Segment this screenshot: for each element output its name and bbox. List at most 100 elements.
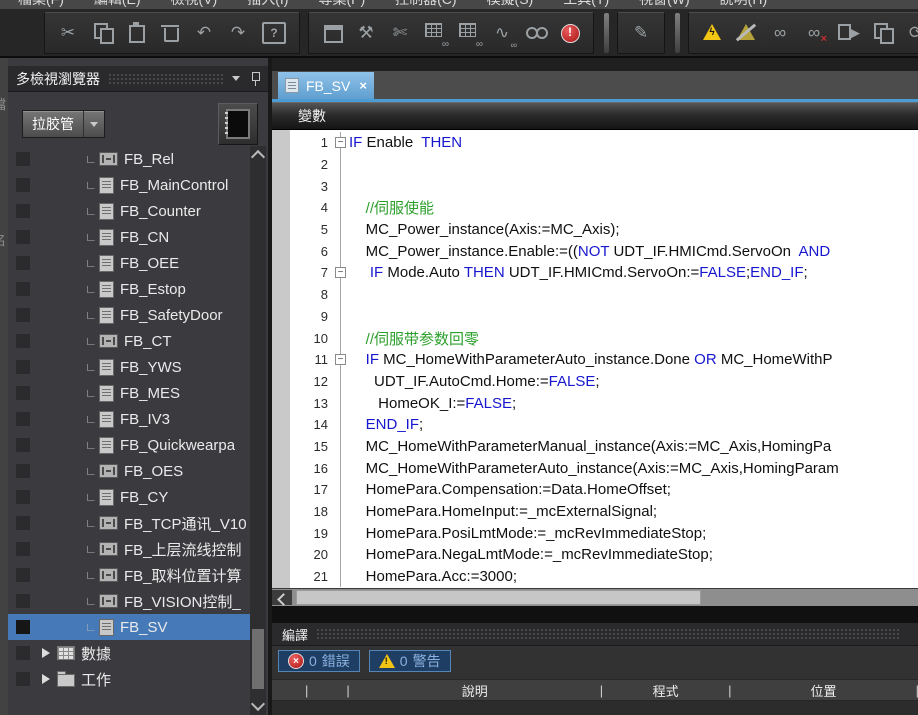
rebuild-icon[interactable]: ✄	[385, 18, 415, 48]
tab-fb-sv[interactable]: FB_SV	[278, 72, 374, 99]
tree-item[interactable]: FB_CY	[8, 484, 250, 510]
code-line[interactable]: 19 HomePara.PosiLmtMode:=_mcRevImmediate…	[290, 522, 918, 544]
code-line[interactable]: 2	[290, 154, 918, 176]
tree-item[interactable]: FB_MES	[8, 380, 250, 406]
menu-item[interactable]: 模擬(S)	[487, 0, 534, 9]
scroll-down-icon[interactable]	[251, 697, 265, 711]
tree-scrollbar[interactable]	[250, 146, 266, 715]
scroll-left-button[interactable]	[272, 590, 292, 605]
tree-item[interactable]: FB_SV	[8, 614, 250, 640]
code-line[interactable]: 7 IF Mode.Auto THEN UDT_IF.HMICmd.ServoO…	[290, 262, 918, 284]
menu-item[interactable]: 插入(I)	[247, 0, 288, 9]
close-icon[interactable]	[359, 79, 367, 92]
paste-icon[interactable]	[121, 18, 151, 48]
tree-group[interactable]: 數據	[8, 640, 250, 666]
force-values-icon[interactable]	[697, 18, 727, 48]
code-line[interactable]: 3	[290, 175, 918, 197]
tree-item[interactable]: FB_上层流线控制	[8, 536, 250, 562]
scrollbar-thumb[interactable]	[296, 590, 701, 605]
tree-item[interactable]: FB_Counter	[8, 198, 250, 224]
code-line[interactable]: 15 MC_HomeWithParameterManual_instance(A…	[290, 436, 918, 458]
run-program-icon[interactable]	[833, 18, 863, 48]
tree-item[interactable]: FB_TCP通讯_V10	[8, 510, 250, 536]
build-icon[interactable]: ⚒	[351, 18, 381, 48]
code-line[interactable]: 5 MC_Power_instance(Axis:=MC_Axis);	[290, 219, 918, 241]
undo-icon[interactable]: ↶	[189, 18, 219, 48]
tree-item[interactable]: FB_Quickwearpa	[8, 432, 250, 458]
menu-item[interactable]: 控制器(C)	[395, 0, 456, 9]
release-force-icon[interactable]	[731, 18, 761, 48]
menu-item[interactable]: 說明(H)	[720, 0, 767, 9]
window-icon[interactable]	[317, 18, 347, 48]
device-selector[interactable]: 拉胶管	[22, 110, 105, 138]
st-code-editor[interactable]: 1IF Enable THEN234 //伺服使能5 MC_Power_inst…	[272, 130, 918, 588]
code-line[interactable]: 11 IF MC_HomeWithParameterAuto_instance.…	[290, 349, 918, 371]
tree-item[interactable]: FB_CN	[8, 224, 250, 250]
code-line[interactable]: 16 MC_HomeWithParameterAuto_instance(Axi…	[290, 457, 918, 479]
warnings-button[interactable]: 0 警告	[369, 650, 451, 672]
tree-item[interactable]: FB_YWS	[8, 354, 250, 380]
menu-item[interactable]: 檔案(F)	[18, 0, 64, 9]
tree-item[interactable]: FB_CT	[8, 328, 250, 354]
code-line[interactable]: 1IF Enable THEN	[290, 132, 918, 154]
data-trace-icon[interactable]: ∿∞	[487, 18, 517, 48]
code-line[interactable]: 21 HomePara.Acc:=3000;	[290, 566, 918, 588]
transfer-icon[interactable]	[867, 18, 897, 48]
menu-item[interactable]: 工具(T)	[563, 0, 609, 9]
help-icon[interactable]: ?	[262, 22, 286, 44]
tree-group[interactable]: 工作	[8, 666, 250, 692]
search-icon[interactable]	[521, 18, 551, 48]
code-line[interactable]: 8	[290, 284, 918, 306]
build-column-header[interactable]: 程式	[603, 681, 728, 700]
watch-table-icon[interactable]	[419, 18, 449, 48]
build-column-header[interactable]: 說明	[350, 681, 600, 700]
code-line[interactable]: 4 //伺服使能	[290, 197, 918, 219]
menu-item[interactable]: 專案(P)	[318, 0, 365, 9]
watch-table2-icon[interactable]	[453, 18, 483, 48]
tree-item[interactable]: FB_OES	[8, 458, 250, 484]
redo-icon[interactable]: ↷	[223, 18, 253, 48]
device-selector-dropdown[interactable]	[83, 111, 104, 137]
delete-icon[interactable]	[155, 18, 185, 48]
expand-arrow-icon[interactable]	[42, 648, 50, 658]
monitor-icon[interactable]: ∞	[765, 18, 795, 48]
code-line[interactable]: 9	[290, 306, 918, 328]
edit-pen-icon[interactable]: ✎	[626, 18, 656, 48]
errors-button[interactable]: 0 錯誤	[278, 650, 360, 672]
tree-item[interactable]: FB_取料位置计算	[8, 562, 250, 588]
fold-toggle[interactable]	[333, 132, 349, 154]
code-line[interactable]: 6 MC_Power_instance.Enable:=((NOT UDT_IF…	[290, 240, 918, 262]
tree-item[interactable]: FB_Estop	[8, 276, 250, 302]
cut-icon[interactable]: ✂	[53, 18, 83, 48]
code-line[interactable]: 20 HomePara.NegaLmtMode:=_mcRevImmediate…	[290, 544, 918, 566]
tree-item[interactable]: FB_MainControl	[8, 172, 250, 198]
tree-item[interactable]: FB_OEE	[8, 250, 250, 276]
code-line[interactable]: 14 END_IF;	[290, 414, 918, 436]
stop-monitor-icon[interactable]: ∞×	[799, 18, 829, 48]
code-line[interactable]: 17 HomePara.Compensation:=Data.HomeOffse…	[290, 479, 918, 501]
menu-item[interactable]: 編輯(E)	[94, 0, 141, 9]
build-column-header[interactable]: 位置	[732, 681, 916, 700]
code-line[interactable]: 13 HomeOK_I:=FALSE;	[290, 392, 918, 414]
variables-bar[interactable]: 變數	[272, 102, 918, 130]
horizontal-scrollbar[interactable]	[272, 588, 918, 606]
code-line[interactable]: 18 HomePara.HomeInput:=_mcExternalSignal…	[290, 501, 918, 523]
synchronize-icon[interactable]: ⟳	[901, 18, 918, 48]
code-line[interactable]: 10 //伺服带参数回零	[290, 327, 918, 349]
fold-toggle[interactable]	[333, 262, 349, 284]
menu-item[interactable]: 視窗(W)	[639, 0, 690, 9]
expand-arrow-icon[interactable]	[42, 674, 50, 684]
scrollbar-thumb[interactable]	[252, 629, 264, 689]
code-line[interactable]: 12 UDT_IF.AutoCmd.Home:=FALSE;	[290, 371, 918, 393]
tree-item[interactable]: FB_Rel	[8, 146, 250, 172]
tree-item[interactable]: FB_VISION控制_	[8, 588, 250, 614]
troubleshoot-icon[interactable]	[555, 18, 585, 48]
menu-item[interactable]: 檢視(V)	[171, 0, 218, 9]
fold-toggle[interactable]	[333, 349, 349, 371]
scroll-up-icon[interactable]	[251, 150, 265, 164]
pin-icon[interactable]	[250, 71, 260, 86]
tree-item[interactable]: FB_IV3	[8, 406, 250, 432]
tree-item[interactable]: FB_SafetyDoor	[8, 302, 250, 328]
chevron-down-icon[interactable]	[232, 76, 240, 81]
copy-icon[interactable]	[87, 18, 117, 48]
